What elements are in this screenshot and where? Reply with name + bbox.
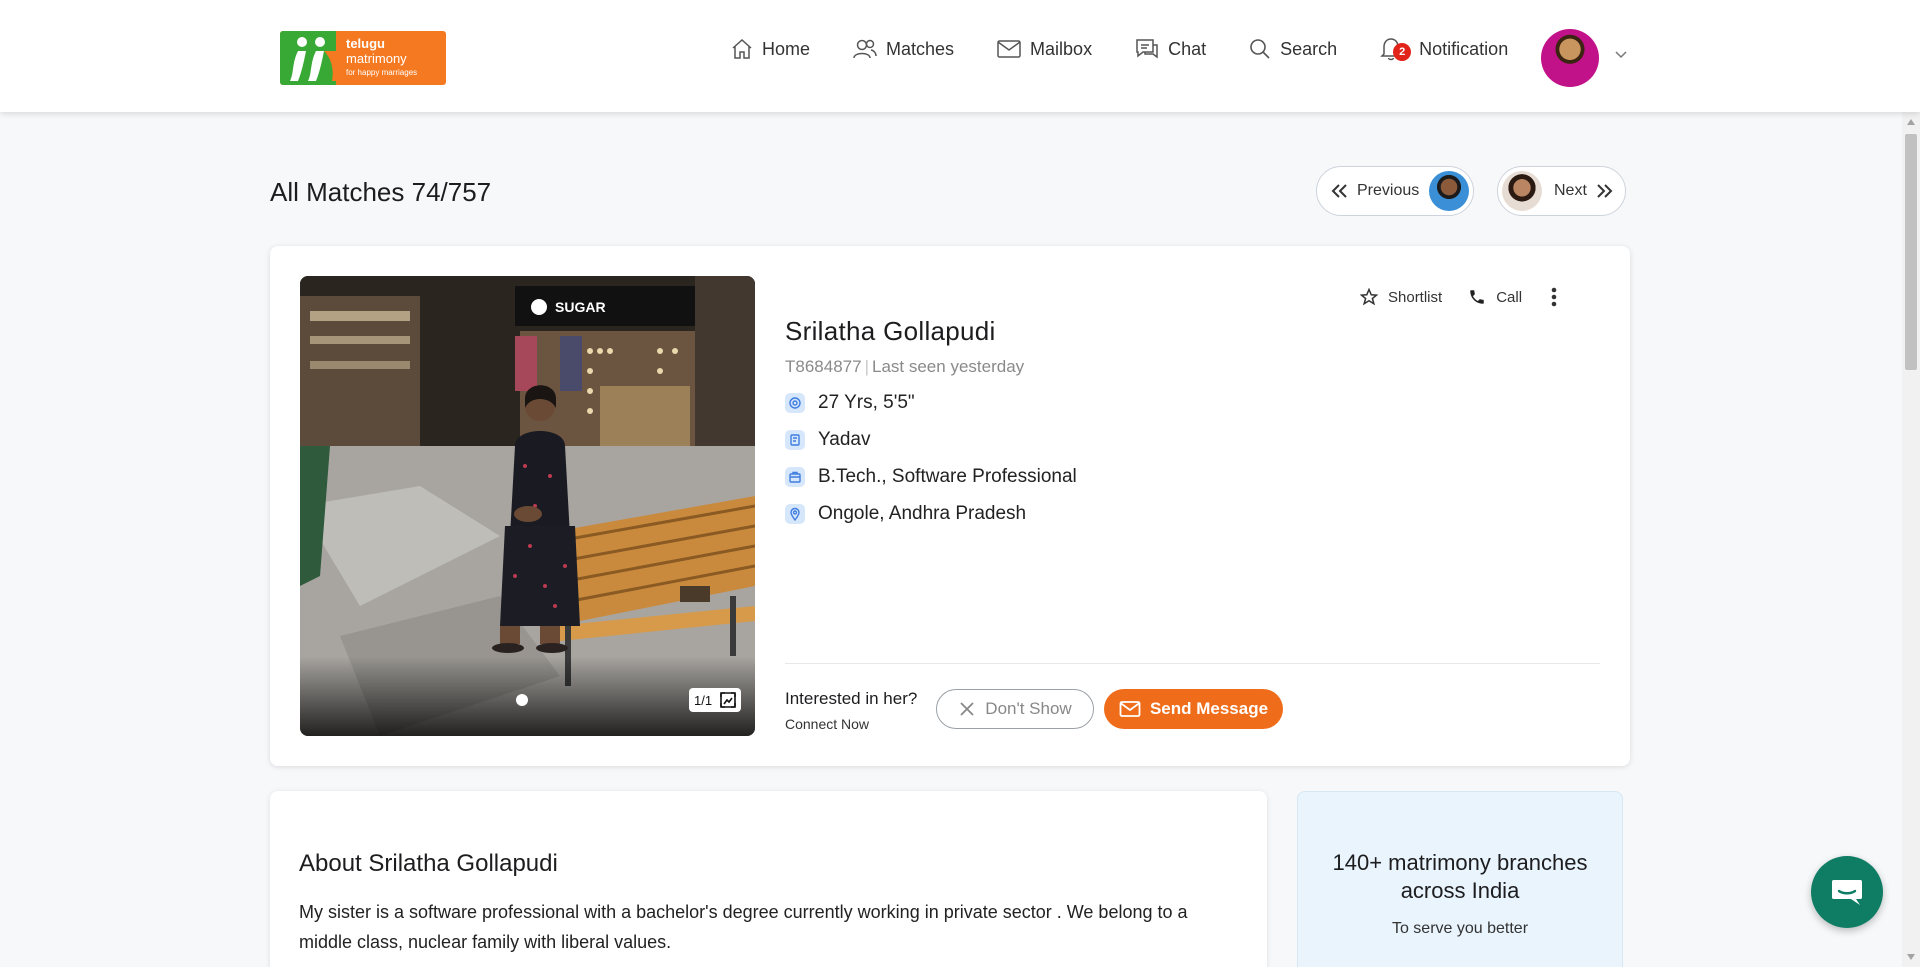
scrollbar-thumb[interactable] (1905, 134, 1917, 370)
main-nav: Home Matches Mailbox Chat Search 2 Notif… (730, 36, 1550, 62)
card-divider (785, 663, 1600, 664)
about-heading: About Srilatha Gollapudi (299, 850, 558, 877)
nav-mailbox-label: Mailbox (1030, 38, 1093, 59)
attribute-community: Yadav (785, 429, 870, 451)
nav-search[interactable]: Search (1248, 37, 1337, 61)
nav-search-label: Search (1280, 38, 1338, 59)
previous-profile-thumbnail (1429, 171, 1470, 211)
mail-icon (997, 40, 1021, 58)
next-label: Next (1554, 182, 1587, 199)
education-icon (785, 467, 805, 487)
nav-home[interactable]: Home (730, 37, 810, 61)
call-label: Call (1496, 288, 1523, 306)
user-avatar[interactable] (1541, 29, 1599, 87)
community-icon (785, 430, 805, 450)
attribute-education-value: B.Tech., Software Professional (818, 466, 1077, 487)
phone-icon (1470, 290, 1484, 304)
store-sign-text: SUGAR (555, 299, 606, 315)
nav-chat[interactable]: Chat (1134, 37, 1206, 61)
logo-text-telugu: telugu (346, 36, 385, 51)
age-icon (785, 393, 805, 413)
nav-matches-label: Matches (886, 38, 955, 59)
photo-count-badge[interactable]: 1/1 (689, 688, 741, 712)
attribute-age-height-value: 27 Yrs, 5'5" (818, 392, 915, 413)
notification-count-badge: 2 (1393, 43, 1412, 61)
double-chevron-right-icon (1597, 184, 1613, 198)
call-button[interactable]: Call (1468, 288, 1522, 306)
last-seen: Last seen yesterday (872, 357, 1025, 376)
notification-bell-wrap: 2 (1379, 36, 1412, 62)
previous-profile-button[interactable]: Previous (1316, 166, 1474, 216)
page-scrollbar[interactable] (1902, 112, 1920, 967)
shortlist-button[interactable]: Shortlist (1360, 288, 1442, 306)
branches-promo-card[interactable]: 140+ matrimony branches across India To … (1297, 791, 1623, 967)
couple-logo-icon (290, 37, 336, 81)
next-profile-thumbnail (1502, 171, 1542, 211)
dont-show-label: Don't Show (985, 699, 1072, 718)
location-icon (785, 504, 805, 524)
top-navigation-bar: telugu matrimony for happy marriages Hom… (0, 0, 1920, 112)
shortlist-label: Shortlist (1388, 288, 1443, 306)
live-chat-button[interactable] (1811, 856, 1883, 928)
attribute-community-value: Yadav (818, 429, 871, 450)
nav-chat-label: Chat (1168, 38, 1207, 59)
previous-label: Previous (1357, 182, 1420, 199)
users-icon (853, 39, 877, 59)
photo-count: 1/1 (694, 692, 713, 708)
double-chevron-left-icon (1331, 184, 1347, 198)
profile-top-actions: Shortlist Call (1360, 286, 1558, 308)
about-section: About Srilatha Gollapudi My sister is a … (270, 791, 1267, 967)
meta-separator: | (864, 357, 869, 376)
more-options-icon[interactable] (1550, 286, 1558, 308)
interest-question: Interested in her? (785, 689, 918, 708)
chat-bubble-icon (1832, 880, 1862, 905)
profile-photo[interactable]: SUGAR 1/1 (300, 276, 755, 736)
close-icon (960, 702, 974, 716)
attribute-education: B.Tech., Software Professional (785, 466, 1077, 488)
mail-icon (1119, 701, 1141, 717)
profile-id: T8684877 (785, 357, 862, 376)
profile-meta: T8684877 | Last seen yesterday (785, 357, 1024, 377)
interest-subtext: Connect Now (785, 716, 870, 732)
home-icon (732, 38, 752, 59)
logo-tagline: for happy marriages (346, 68, 418, 77)
send-message-label: Send Message (1149, 699, 1269, 718)
chevron-down-icon[interactable] (1614, 50, 1628, 60)
next-profile-button[interactable]: Next (1497, 166, 1626, 216)
telugu-matrimony-logo[interactable]: telugu matrimony for happy marriages (280, 31, 446, 85)
nav-mailbox[interactable]: Mailbox (996, 38, 1092, 60)
logo-text-matrimony: matrimony (346, 51, 407, 66)
carousel-dot[interactable] (516, 694, 528, 706)
nav-matches[interactable]: Matches (852, 37, 954, 61)
attribute-age-height: 27 Yrs, 5'5" (785, 392, 915, 414)
chat-icon (1136, 39, 1158, 59)
about-text: My sister is a software professional wit… (299, 902, 1188, 952)
nav-home-label: Home (762, 38, 811, 59)
scroll-up-arrow[interactable] (1907, 119, 1915, 125)
profile-photo-image: SUGAR (300, 276, 755, 736)
promo-subtitle: To serve you better (1391, 920, 1529, 937)
profile-card: SUGAR 1/1 Shortlist Call Srilatha Gollap… (270, 246, 1630, 766)
page-title: All Matches 74/757 (270, 177, 492, 207)
nav-notification-label: Notification (1419, 38, 1509, 59)
scroll-down-arrow[interactable] (1907, 954, 1915, 960)
nav-notification[interactable]: 2 Notification (1379, 36, 1508, 62)
attribute-location: Ongole, Andhra Pradesh (785, 503, 1026, 525)
gallery-expand-icon (720, 692, 736, 708)
search-icon (1250, 39, 1270, 59)
send-message-button[interactable]: Send Message (1104, 689, 1283, 729)
dont-show-button[interactable]: Don't Show (936, 689, 1094, 729)
promo-title: 140+ matrimony branches across India (1332, 850, 1588, 903)
star-icon (1360, 288, 1378, 306)
profile-name: Srilatha Gollapudi (785, 316, 996, 346)
attribute-location-value: Ongole, Andhra Pradesh (818, 503, 1027, 524)
